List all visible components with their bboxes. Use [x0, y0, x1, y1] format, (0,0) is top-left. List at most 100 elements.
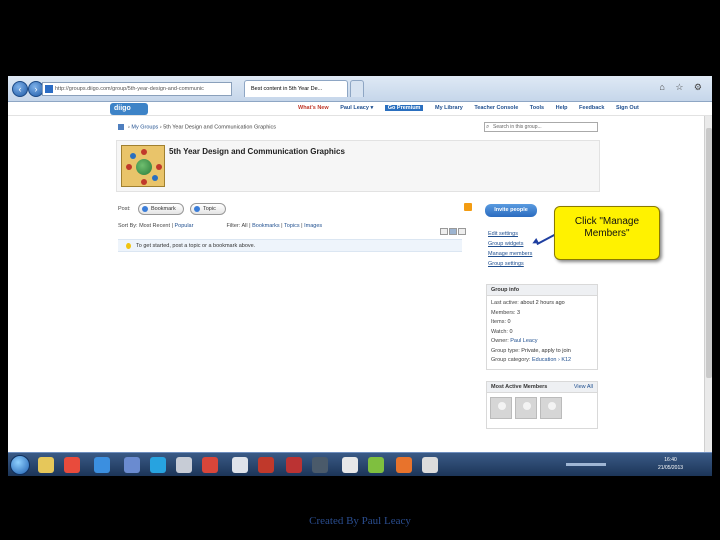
grid-view-icon[interactable]: [458, 228, 466, 235]
invite-people-button[interactable]: Invite people: [485, 204, 537, 217]
app-icon[interactable]: [422, 457, 438, 473]
filter-bookmarks[interactable]: Bookmarks: [252, 223, 280, 229]
tip-text: To get started, post a topic or a bookma…: [136, 243, 256, 249]
sort-sep: |: [249, 223, 251, 229]
address-bar[interactable]: http://groups.diigo.com/group/5th-year-d…: [42, 82, 232, 96]
browser-window: ‹ › http://groups.diigo.com/group/5th-ye…: [8, 76, 712, 476]
category-link[interactable]: Education › K12: [532, 357, 571, 363]
sort-label: Sort By:: [118, 223, 138, 229]
filter-images[interactable]: Images: [304, 223, 322, 229]
search-placeholder: Search in this group...: [493, 124, 542, 130]
volume-slider[interactable]: [566, 463, 606, 466]
page-scrollbar[interactable]: [704, 116, 712, 452]
nav-tools[interactable]: Tools: [530, 105, 544, 111]
browser-tool-icons[interactable]: ⌂ ☆ ⚙: [659, 82, 706, 93]
info-row: Members: 3: [491, 309, 521, 316]
app-icon[interactable]: [342, 457, 358, 473]
nav-go-premium[interactable]: Go Premium: [384, 105, 424, 111]
itunes-icon[interactable]: [124, 457, 140, 473]
filter-topics[interactable]: Topics: [284, 223, 300, 229]
figure-icon: [141, 179, 147, 185]
group-header: 5th Year Design and Communication Graphi…: [116, 140, 600, 192]
new-tab-button[interactable]: [350, 80, 364, 97]
rss-icon[interactable]: [464, 203, 472, 211]
nav-user-menu[interactable]: Paul Leacy ▾: [340, 105, 373, 111]
sort-most-recent[interactable]: Most Recent: [139, 223, 170, 229]
info-row: Last active: about 2 hours ago: [491, 300, 565, 306]
sort-popular[interactable]: Popular: [174, 223, 193, 229]
list-view-icon[interactable]: [440, 228, 448, 235]
info-row: Watch: 0: [491, 328, 513, 335]
nav-feedback[interactable]: Feedback: [579, 105, 604, 111]
post-label: Post:: [118, 206, 131, 212]
post-topic-button[interactable]: Topic: [190, 203, 226, 215]
topic-label: Topic: [203, 206, 216, 212]
filter-label: Filter:: [226, 223, 241, 229]
manage-members-link[interactable]: Manage members: [488, 249, 532, 259]
figure-icon: [130, 153, 136, 159]
site-favicon-icon: [45, 85, 53, 93]
callout-line-2: Members": [584, 228, 630, 239]
globe-icon: [136, 159, 152, 175]
info-row: Items: 0: [491, 319, 511, 325]
active-members-header: Most Active Members View All: [487, 382, 597, 393]
lightbulb-icon: [126, 243, 131, 249]
tab-active[interactable]: Best content in 5th Year De...: [244, 80, 348, 97]
group-info-panel: Group info Last active: about 2 hours ag…: [486, 284, 598, 370]
avatar[interactable]: [540, 397, 562, 419]
scrollbar-thumb[interactable]: [706, 128, 712, 378]
breadcrumb-my-groups[interactable]: My Groups: [131, 124, 158, 130]
app-icon[interactable]: [258, 457, 274, 473]
internet-explorer-icon[interactable]: [94, 457, 110, 473]
start-button-icon[interactable]: [10, 455, 30, 475]
post-bookmark-button[interactable]: Bookmark: [138, 203, 184, 215]
windows-taskbar: 16:40 21/05/2013: [8, 452, 712, 476]
app-icon[interactable]: [312, 457, 328, 473]
owner-link[interactable]: Paul Leacy: [510, 338, 537, 344]
firefox-icon[interactable]: [396, 457, 412, 473]
skype-icon[interactable]: [150, 457, 166, 473]
diigo-header: diigo What's New Paul Leacy ▾ Go Premium…: [8, 102, 712, 116]
avatar[interactable]: [515, 397, 537, 419]
instruction-callout: Click "Manage Members": [554, 206, 660, 260]
app-icon[interactable]: [176, 457, 192, 473]
avatar[interactable]: [490, 397, 512, 419]
app-icon[interactable]: [368, 457, 384, 473]
bookmark-label: Bookmark: [151, 206, 176, 212]
view-all-link[interactable]: View All: [574, 382, 593, 393]
view-toggle: [440, 222, 467, 240]
top-nav: What's New Paul Leacy ▾ Go Premium My Li…: [298, 104, 649, 113]
back-button-icon[interactable]: ‹: [12, 81, 28, 97]
getting-started-tip: To get started, post a topic or a bookma…: [118, 239, 462, 252]
filter-all[interactable]: All: [241, 223, 247, 229]
group-settings-link[interactable]: Group settings: [488, 259, 532, 269]
app-icon[interactable]: [286, 457, 302, 473]
breadcrumb-sep: ›: [159, 124, 162, 131]
group-info-header: Group info: [487, 285, 597, 296]
home-icon[interactable]: [118, 124, 124, 130]
sort-sep: |: [281, 223, 283, 229]
breadcrumb: › My Groups › 5th Year Design and Commun…: [118, 124, 276, 130]
diigo-logo[interactable]: diigo: [110, 103, 148, 115]
nav-teacher-console[interactable]: Teacher Console: [474, 105, 518, 111]
browser-toolbar: ‹ › http://groups.diigo.com/group/5th-ye…: [8, 76, 712, 102]
group-widgets-link[interactable]: Group widgets: [488, 239, 532, 249]
group-logo: [121, 145, 165, 187]
app-icon[interactable]: [232, 457, 248, 473]
nav-sign-out[interactable]: Sign Out: [616, 105, 639, 111]
system-clock[interactable]: 16:40 21/05/2013: [658, 456, 683, 472]
chrome-icon[interactable]: [64, 457, 80, 473]
group-search-input[interactable]: ⌕ Search in this group...: [484, 122, 598, 132]
info-row: Owner: Paul Leacy: [491, 338, 538, 344]
explorer-icon[interactable]: [38, 457, 54, 473]
app-icon[interactable]: [202, 457, 218, 473]
detail-view-icon[interactable]: [449, 228, 457, 235]
callout-line-1: Click "Manage: [574, 216, 640, 227]
edit-settings-link[interactable]: Edit settings: [488, 229, 532, 239]
nav-help[interactable]: Help: [556, 105, 568, 111]
search-icon: ⌕: [486, 124, 490, 130]
bookmark-icon: [142, 206, 148, 212]
nav-my-library[interactable]: My Library: [435, 105, 463, 111]
figure-icon: [126, 164, 132, 170]
nav-whats-new[interactable]: What's New: [298, 105, 329, 111]
